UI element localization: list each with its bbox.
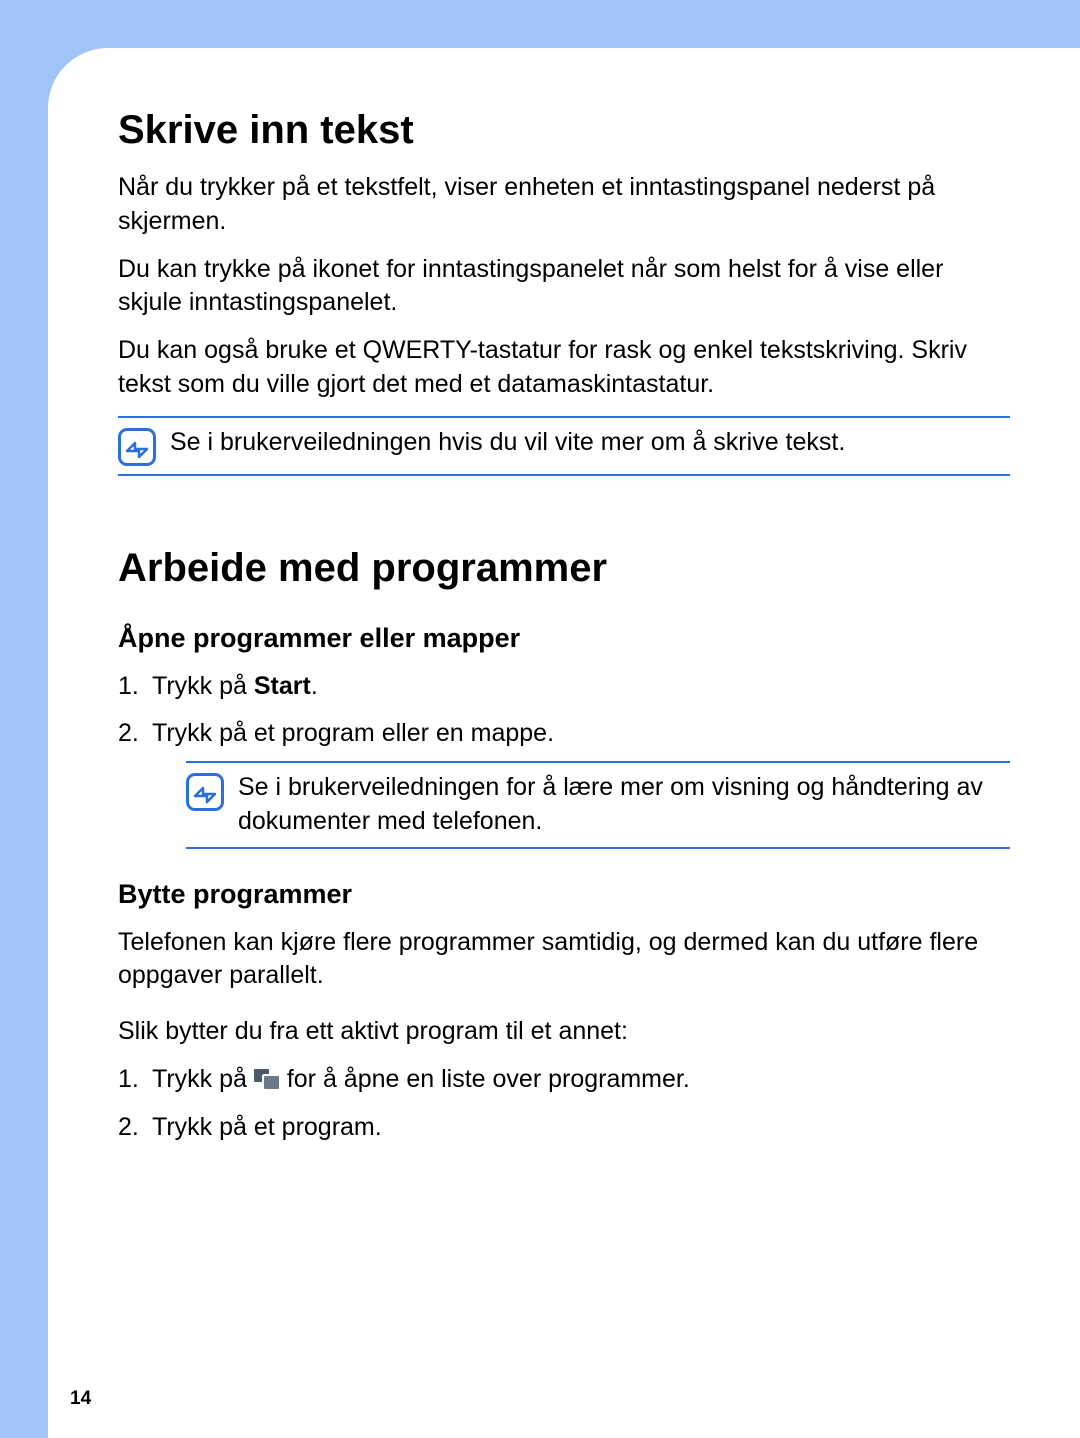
- step-text: .: [311, 672, 318, 700]
- heading-arbeide-med-programmer: Arbeide med programmer: [118, 546, 1010, 591]
- step-text: Trykk på: [152, 672, 254, 700]
- document-page: Skrive inn tekst Når du trykker på et te…: [48, 48, 1080, 1438]
- list-item: Trykk på et program eller en mappe. Se i…: [118, 717, 1010, 848]
- paragraph: Når du trykker på et tekstfelt, viser en…: [118, 171, 1010, 239]
- subheading-apne-programmer: Åpne programmer eller mapper: [118, 623, 1010, 654]
- task-switcher-icon: [254, 1067, 280, 1091]
- note-box: Se i brukerveiledningen hvis du vil vite…: [118, 416, 1010, 476]
- step-text: for å åpne en liste over programmer.: [280, 1065, 690, 1093]
- subheading-bytte-programmer: Bytte programmer: [118, 879, 1010, 910]
- note-icon: [118, 428, 156, 466]
- note-icon: [186, 773, 224, 811]
- list-item: Trykk på et program.: [118, 1111, 1010, 1145]
- step-text: Trykk på: [152, 1065, 254, 1093]
- step-text: Trykk på et program eller en mappe.: [152, 719, 554, 747]
- list-item: Trykk på Start.: [118, 670, 1010, 704]
- paragraph: Du kan også bruke et QWERTY-tastatur for…: [118, 334, 1010, 402]
- note-box: Se i brukerveiledningen for å lære mer o…: [186, 761, 1010, 849]
- step-bold: Start: [254, 672, 311, 700]
- note-text: Se i brukerveiledningen for å lære mer o…: [238, 771, 1006, 839]
- page-number: 14: [70, 1388, 91, 1410]
- paragraph: Du kan trykke på ikonet for inntastingsp…: [118, 253, 1010, 321]
- paragraph: Slik bytter du fra ett aktivt program ti…: [118, 1015, 1010, 1049]
- paragraph: Telefonen kan kjøre flere programmer sam…: [118, 926, 1010, 994]
- ordered-list: Trykk på for å åpne en liste over progra…: [118, 1063, 1010, 1145]
- heading-skrive-inn-tekst: Skrive inn tekst: [118, 108, 1010, 153]
- list-item: Trykk på for å åpne en liste over progra…: [118, 1063, 1010, 1097]
- ordered-list: Trykk på Start. Trykk på et program elle…: [118, 670, 1010, 849]
- note-text: Se i brukerveiledningen hvis du vil vite…: [170, 426, 845, 460]
